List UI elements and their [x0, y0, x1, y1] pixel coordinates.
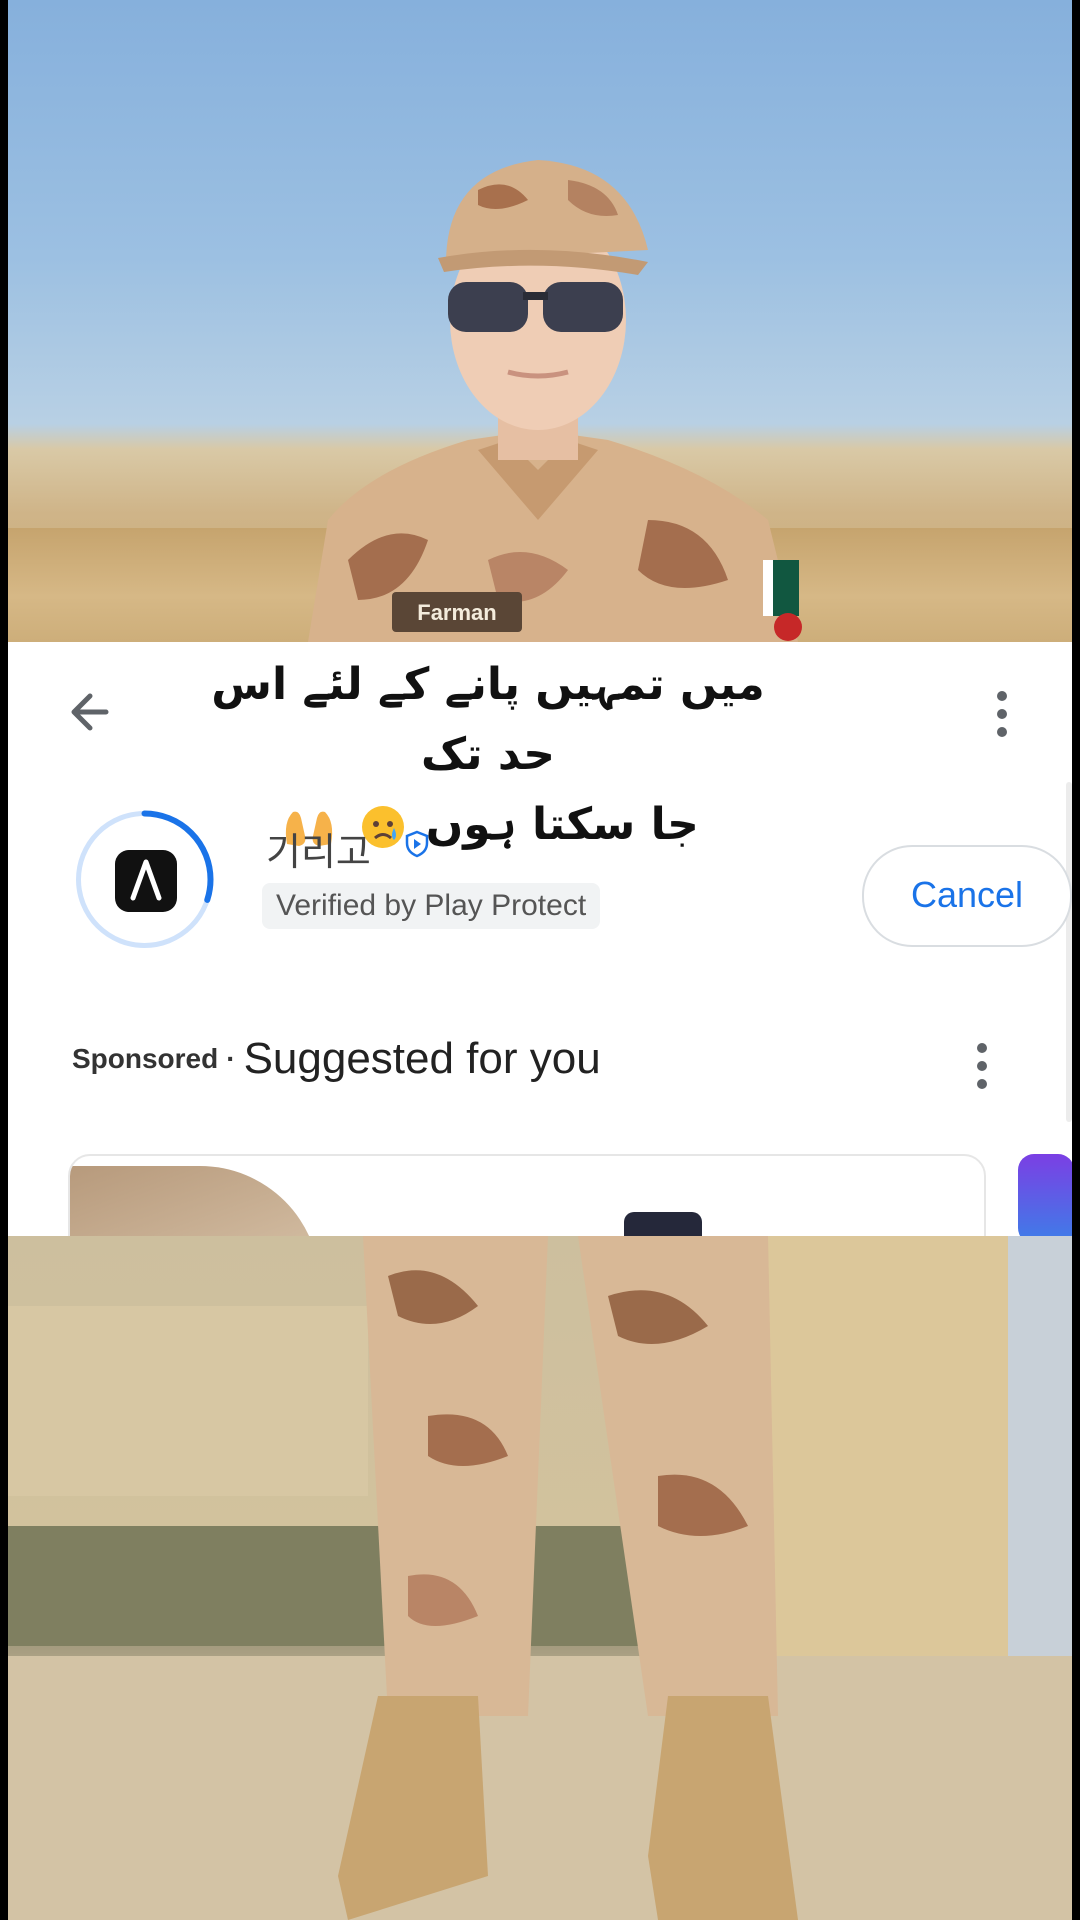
soldier-legs	[8, 1236, 1072, 1920]
more-vert-icon[interactable]	[982, 682, 1022, 746]
scrollbar[interactable]	[1066, 782, 1072, 1122]
suggested-title: Suggested for you	[243, 1034, 601, 1083]
installing-app-row: 기리고 Verified by Play Protect Cancel	[72, 807, 1072, 949]
app-icon[interactable]	[115, 850, 177, 912]
sponsored-header: Sponsored · Suggested for you	[72, 1034, 992, 1094]
sponsored-label: Sponsored	[72, 1043, 219, 1074]
top-photo: Farman	[8, 0, 1072, 642]
suggested-app-card[interactable]	[68, 1154, 986, 1236]
suggested-app-badge	[624, 1212, 702, 1236]
separator-dot: ·	[226, 1043, 236, 1074]
soldier-upper-body: Farman	[308, 160, 802, 642]
side-app-icon[interactable]	[1018, 1154, 1072, 1236]
suggested-app-thumbnail	[70, 1166, 320, 1236]
app-logo-icon	[130, 859, 162, 901]
more-vert-icon[interactable]	[962, 1034, 1002, 1098]
back-arrow-icon[interactable]	[62, 680, 126, 744]
bottom-photo	[8, 1236, 1072, 1920]
verified-chip: Verified by Play Protect	[262, 883, 601, 929]
caption-line-1: میں تمہیں پانے کے لئے اس حد تک	[211, 659, 765, 780]
play-store-install-card: میں تمہیں پانے کے لئے اس حد تک جا سکتا ہ…	[8, 642, 1072, 1236]
cancel-button[interactable]: Cancel	[862, 845, 1072, 947]
play-protect-shield-icon	[405, 830, 429, 858]
name-tag: Farman	[417, 600, 496, 625]
app-name: 기리고	[266, 830, 371, 874]
